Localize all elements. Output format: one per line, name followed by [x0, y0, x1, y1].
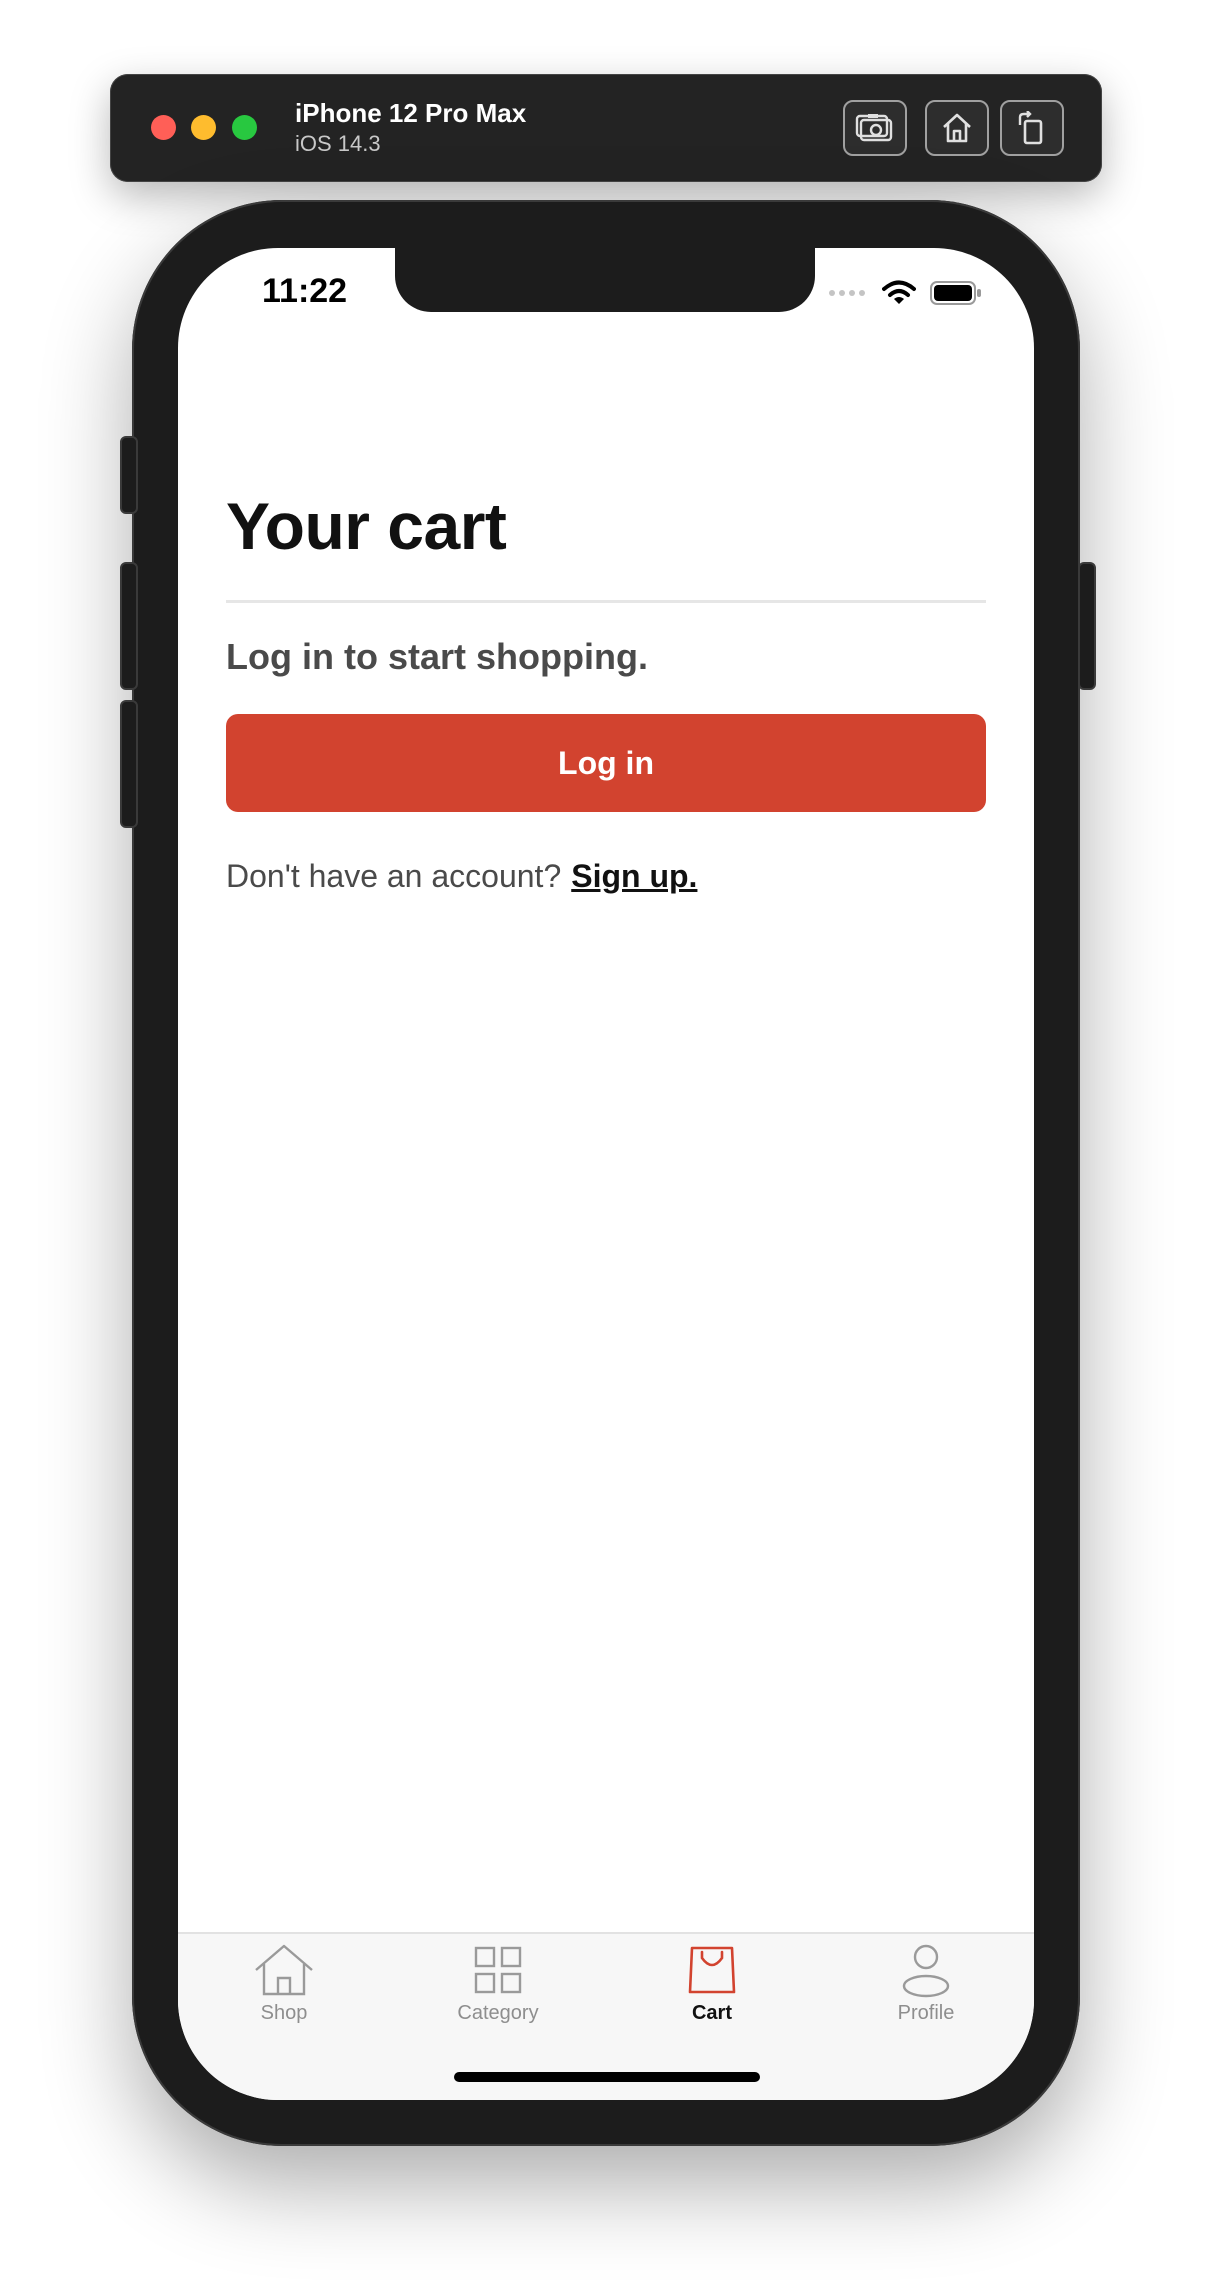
device-name: iPhone 12 Pro Max [295, 98, 527, 128]
house-icon [255, 1944, 313, 1996]
house-icon [943, 113, 971, 143]
login-button[interactable]: Log in [226, 714, 986, 812]
wifi-icon [882, 280, 916, 304]
shopping-bag-icon [688, 1946, 736, 1994]
power-button [1078, 562, 1096, 690]
tab-category-label: Category [457, 2002, 539, 2024]
rotate-icon [1018, 111, 1043, 145]
mute-switch [120, 436, 138, 514]
phone-screen: 11:22 Your cart Log in to start shopping… [178, 248, 1034, 2100]
rotate-button[interactable] [1000, 100, 1064, 156]
no-account-text: Don't have an account? [226, 858, 562, 894]
tab-shop-label: Shop [260, 2002, 308, 2024]
tab-cart-label: Cart [691, 2002, 732, 2024]
tab-profile[interactable]: Profile [846, 1942, 1006, 2042]
screenshot-button[interactable] [843, 100, 907, 156]
volume-up-button [120, 562, 138, 690]
tab-profile-label: Profile [897, 2002, 955, 2024]
page-title: Your cart [226, 489, 507, 563]
volume-down-button [120, 700, 138, 828]
signup-link[interactable]: Sign up. [571, 858, 697, 894]
zoom-window-button[interactable] [232, 115, 257, 140]
status-time: 11:22 [262, 272, 348, 310]
close-window-button[interactable] [151, 115, 176, 140]
camera-icon [855, 114, 893, 142]
grid-icon [474, 1946, 522, 1994]
home-indicator[interactable] [454, 2072, 760, 2082]
os-version: iOS 14.3 [295, 131, 381, 156]
battery-icon [930, 281, 981, 305]
person-icon [902, 1944, 950, 1998]
home-button[interactable] [925, 100, 989, 156]
notch [395, 248, 815, 312]
signup-row: Don't have an account? Sign up. [226, 858, 697, 895]
login-prompt: Log in to start shopping. [226, 636, 648, 677]
title-divider [226, 600, 986, 603]
tab-category[interactable]: Category [418, 1942, 578, 2042]
minimize-window-button[interactable] [191, 115, 216, 140]
status-icons [828, 280, 982, 306]
signal-icon [829, 290, 865, 296]
tab-shop[interactable]: Shop [204, 1942, 364, 2042]
page: iPhone 12 Pro Max iOS 14.3 11:22 Your ca… [0, 0, 1212, 2296]
tab-cart[interactable]: Cart [632, 1942, 792, 2042]
